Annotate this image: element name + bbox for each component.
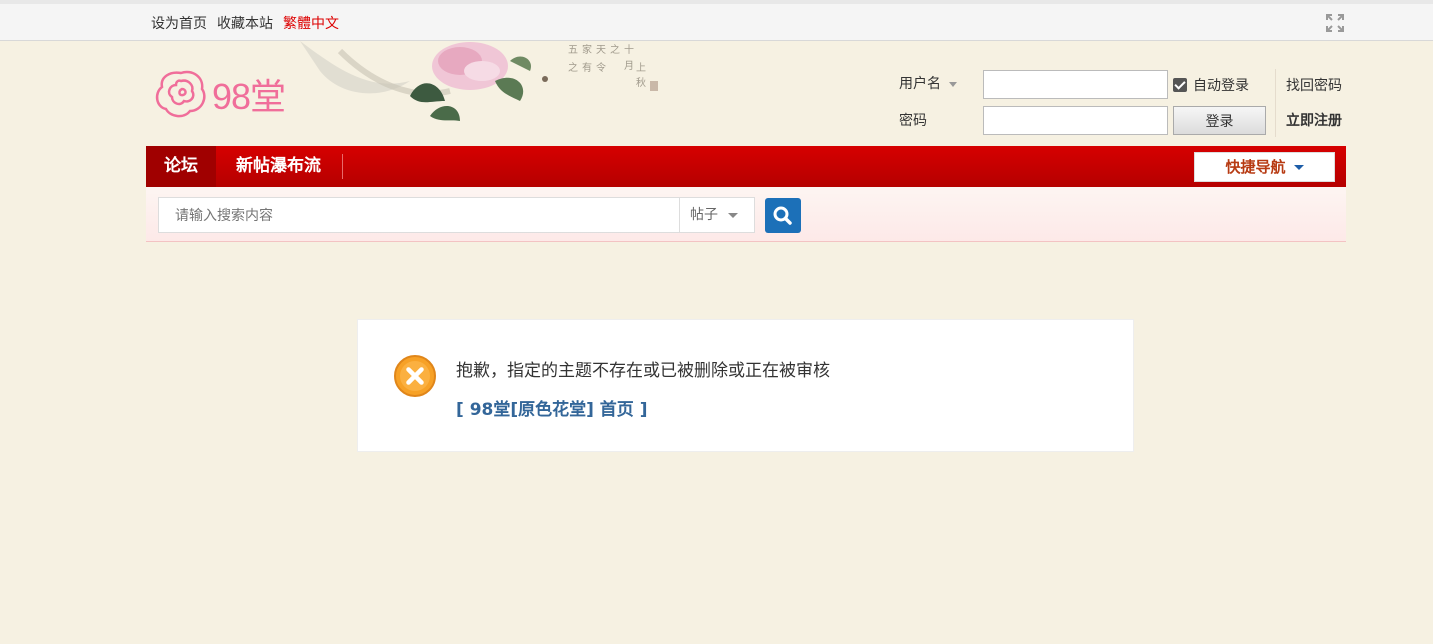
svg-text:上: 上 xyxy=(636,62,646,74)
error-icon xyxy=(394,355,436,397)
svg-text:天: 天 xyxy=(596,45,606,56)
username-input[interactable] xyxy=(983,70,1168,99)
username-type-selector[interactable]: 用户名 xyxy=(899,73,957,93)
svg-text:十: 十 xyxy=(624,43,634,56)
top-links: 设为首页 收藏本站 繁體中文 xyxy=(151,13,339,33)
auto-login-checkbox[interactable]: 自动登录 xyxy=(1173,75,1249,95)
password-input[interactable] xyxy=(983,106,1168,135)
chevron-down-icon xyxy=(949,81,957,87)
auto-login-label: 自动登录 xyxy=(1193,78,1249,94)
svg-text:秋: 秋 xyxy=(636,76,646,89)
nav-item-waterfall[interactable]: 新帖瀑布流 xyxy=(236,146,321,187)
login-button[interactable]: 登录 xyxy=(1173,106,1266,135)
bookmark-link[interactable]: 收藏本站 xyxy=(217,13,273,33)
svg-text:令: 令 xyxy=(596,61,606,74)
site-logo[interactable]: 98堂 xyxy=(152,67,286,121)
search-type-select[interactable]: 帖子 xyxy=(680,197,755,233)
nav-item-forum[interactable]: 论坛 xyxy=(146,146,216,187)
search-input[interactable] xyxy=(158,197,680,233)
login-divider xyxy=(1275,69,1276,137)
svg-text:五: 五 xyxy=(568,45,578,56)
traditional-chinese-link[interactable]: 繁體中文 xyxy=(283,13,339,33)
password-label: 密码 xyxy=(899,113,927,129)
search-button[interactable] xyxy=(765,198,801,233)
svg-text:之: 之 xyxy=(610,43,620,56)
fullscreen-icon[interactable] xyxy=(1325,13,1345,33)
svg-text:家: 家 xyxy=(582,43,592,56)
logo-text: 98堂 xyxy=(212,76,286,117)
peony-decoration: 五家天 之十 之有令 月上 秋 xyxy=(300,41,658,121)
svg-text:有: 有 xyxy=(582,61,592,74)
site-header: 五家天 之十 之有令 月上 秋 98堂 用户名 自动登录 找回密码 密码 登录 … xyxy=(0,41,1433,146)
top-utility-bar: 设为首页 收藏本站 繁體中文 xyxy=(0,0,1433,41)
username-label: 用户名 xyxy=(899,76,941,92)
quick-nav-button[interactable]: 快捷导航 xyxy=(1194,152,1335,182)
search-icon xyxy=(773,206,792,225)
error-message-box: 抱歉，指定的主题不存在或已被删除或正在被审核 [ 98堂[原色花堂] 首页 ] xyxy=(357,319,1134,452)
svg-text:月: 月 xyxy=(624,60,634,72)
find-password-link[interactable]: 找回密码 xyxy=(1286,75,1342,95)
svg-text:之: 之 xyxy=(568,61,578,74)
search-bar: 帖子 xyxy=(146,187,1346,242)
main-nav: 论坛 新帖瀑布流 快捷导航 xyxy=(146,146,1346,187)
quick-nav-label: 快捷导航 xyxy=(1225,158,1286,176)
nav-divider xyxy=(342,154,343,179)
rose-logo-icon xyxy=(155,70,206,118)
register-link[interactable]: 立即注册 xyxy=(1286,110,1342,130)
login-form: 用户名 自动登录 找回密码 密码 登录 立即注册 xyxy=(899,69,1359,139)
home-link[interactable]: [ 98堂[原色花堂] 首页 ] xyxy=(456,395,648,420)
chevron-down-icon xyxy=(1293,165,1304,170)
set-home-link[interactable]: 设为首页 xyxy=(151,13,207,33)
search-type-value: 帖子 xyxy=(690,207,718,223)
error-message-text: 抱歉，指定的主题不存在或已被删除或正在被审核 xyxy=(456,361,830,381)
checkbox-checked-icon xyxy=(1173,78,1187,92)
chevron-down-icon xyxy=(728,212,738,218)
